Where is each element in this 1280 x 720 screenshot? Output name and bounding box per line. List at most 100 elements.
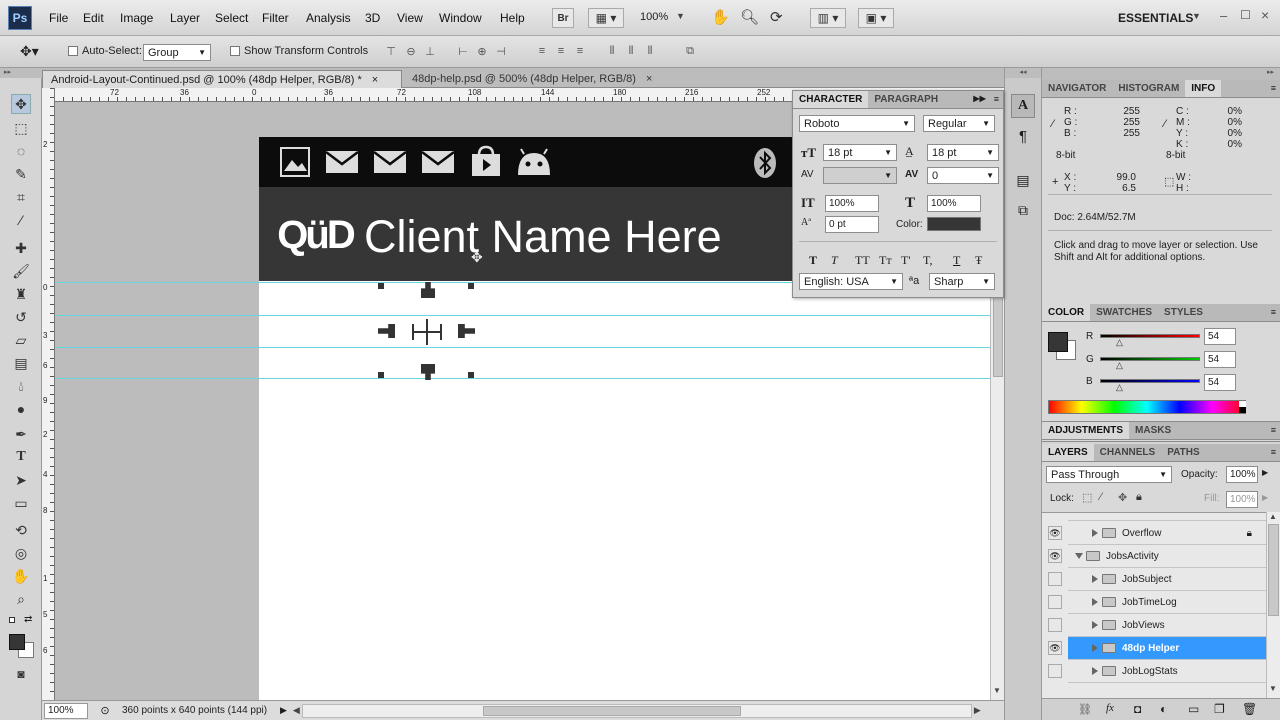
transform-handle[interactable] xyxy=(378,283,384,289)
panel-menu-icon[interactable]: ≡ xyxy=(1267,422,1280,439)
character-panel-icon[interactable]: A xyxy=(1011,94,1035,118)
move-tool-icon[interactable]: ✥ xyxy=(11,94,31,114)
new-group-icon[interactable]: ▭ xyxy=(1188,702,1199,716)
layer-visibility-toggle[interactable] xyxy=(1048,572,1062,586)
distribute-right-icon[interactable]: ⦀ xyxy=(643,45,657,58)
align-left-icon[interactable]: ⊢ xyxy=(456,45,470,58)
pen-tool-icon[interactable]: ✒ xyxy=(11,424,31,444)
hand-tool-icon[interactable]: ✋ xyxy=(11,566,31,586)
opacity-slider-arrow-icon[interactable]: ▶ xyxy=(1262,468,1268,477)
auto-align-icon[interactable]: ⧉ xyxy=(683,45,697,58)
layer-row-jobtimelog[interactable]: JobTimeLog xyxy=(1068,591,1266,614)
align-top-icon[interactable]: ⊤ xyxy=(384,45,398,58)
menu-layer[interactable]: Layer xyxy=(170,11,200,25)
baseline-shift-input[interactable]: 0 pt xyxy=(825,216,879,233)
layer-row-jobsubject[interactable]: JobSubject xyxy=(1068,568,1266,591)
scrollbar-thumb[interactable] xyxy=(1268,524,1279,616)
layer-visibility-toggle[interactable] xyxy=(1048,664,1062,678)
screen-mode-icon[interactable]: ▣ ▾ xyxy=(858,8,894,28)
eyedropper-tool-icon[interactable]: ⁄ xyxy=(11,210,31,230)
color-slider-g[interactable] xyxy=(1100,357,1200,361)
align-hcenter-icon[interactable]: ⊕ xyxy=(475,45,489,58)
chevron-right-icon[interactable] xyxy=(1092,529,1098,537)
canvas-horizontal-scrollbar[interactable] xyxy=(301,703,972,718)
slider-thumb-icon[interactable]: △ xyxy=(1116,382,1123,393)
status-menu-arrow-icon[interactable]: ▶ xyxy=(280,705,287,716)
layers-scrollbar[interactable]: ▲ ▼ xyxy=(1266,512,1280,698)
auto-select-dropdown[interactable]: Group ▼ xyxy=(143,44,211,61)
guide-line[interactable] xyxy=(55,315,990,316)
layer-row-overflow[interactable]: Overflow 🔒︎ xyxy=(1068,522,1266,545)
layer-row-joblogstats[interactable]: JobLogStats xyxy=(1068,660,1266,683)
move-tool-preset-icon[interactable]: ✥▾ xyxy=(20,43,39,60)
tab-masks[interactable]: MASKS xyxy=(1129,422,1177,439)
align-bottom-icon[interactable]: ⊥ xyxy=(423,45,437,58)
history-brush-tool-icon[interactable]: ↺ xyxy=(11,307,31,327)
lock-pixels-icon[interactable]: ⁄ xyxy=(1100,491,1102,503)
menu-help[interactable]: Help xyxy=(500,11,525,25)
lock-transparent-icon[interactable]: ⬚ xyxy=(1082,491,1092,504)
workspace-switcher[interactable]: ESSENTIALS xyxy=(1118,11,1193,25)
color-slider-r[interactable] xyxy=(1100,334,1200,338)
tracking-select[interactable]: 0 ▼ xyxy=(927,167,999,184)
clone-stamp-tool-icon[interactable]: ♜ xyxy=(11,284,31,304)
delete-layer-icon[interactable]: 🗑︎ xyxy=(1242,702,1257,716)
chevron-right-icon[interactable] xyxy=(1092,667,1098,675)
align-right-icon[interactable]: ⊣ xyxy=(494,45,508,58)
minimize-icon[interactable]: – xyxy=(1220,8,1227,23)
menu-select[interactable]: Select xyxy=(215,11,248,25)
new-layer-icon[interactable]: ❐ xyxy=(1214,702,1225,716)
lasso-tool-icon[interactable]: ◌ xyxy=(11,141,31,161)
subscript-icon[interactable]: T, xyxy=(923,253,932,268)
scroll-left-icon[interactable]: ◀ xyxy=(293,705,300,716)
language-select[interactable]: English: USA ▼ xyxy=(799,273,903,290)
tab-styles[interactable]: STYLES xyxy=(1158,304,1209,321)
guide-line[interactable] xyxy=(55,347,990,348)
close-icon[interactable]: × xyxy=(1261,7,1269,23)
slider-thumb-icon[interactable]: △ xyxy=(1116,337,1123,348)
swap-colors-icon[interactable]: ⇄ xyxy=(24,614,32,625)
strikethrough-icon[interactable]: Ŧ xyxy=(975,253,982,268)
marquee-tool-icon[interactable]: ⬚ xyxy=(11,118,31,138)
3d-orbit-tool-icon[interactable]: ◎ xyxy=(11,543,31,563)
tab-channels[interactable]: CHANNELS xyxy=(1094,444,1162,461)
blur-tool-icon[interactable]: 💧︎ xyxy=(11,376,31,396)
tab-close-icon[interactable]: × xyxy=(372,74,378,86)
hand-icon[interactable]: ✋ xyxy=(711,8,730,26)
layer-visibility-toggle[interactable] xyxy=(1048,595,1062,609)
zoom-dropdown-icon[interactable]: ▼ xyxy=(676,11,685,21)
dock-collapse-icon[interactable]: ◂◂ xyxy=(1005,68,1041,78)
horizontal-scale-input[interactable]: 100% xyxy=(927,195,981,212)
scroll-down-icon[interactable]: ▼ xyxy=(1269,684,1277,693)
zoom-icon[interactable]: 🔍︎ xyxy=(740,8,759,26)
layer-visibility-toggle[interactable]: 👁︎ xyxy=(1048,526,1062,540)
superscript-icon[interactable]: T' xyxy=(901,253,911,268)
layer-visibility-toggle[interactable] xyxy=(1048,618,1062,632)
chevron-right-icon[interactable] xyxy=(1092,644,1098,652)
layer-style-icon[interactable]: fx xyxy=(1106,702,1114,714)
font-family-select[interactable]: Roboto ▼ xyxy=(799,115,915,132)
3d-rotate-tool-icon[interactable]: ⟲ xyxy=(11,520,31,540)
lock-position-icon[interactable]: ✥ xyxy=(1118,491,1127,504)
vertical-scale-input[interactable]: 100% xyxy=(825,195,879,212)
dodge-tool-icon[interactable]: ● xyxy=(11,399,31,419)
workspace-dropdown-icon[interactable]: ▼ xyxy=(1192,11,1201,21)
menu-filter[interactable]: Filter xyxy=(262,11,289,25)
tab-android-layout[interactable]: Android-Layout-Continued.psd @ 100% (48d… xyxy=(42,70,402,88)
tools-collapse-icon[interactable]: ▸▸ xyxy=(0,68,42,78)
maximize-icon[interactable]: ☐ xyxy=(1240,8,1251,22)
default-colors-icon[interactable] xyxy=(9,617,15,623)
tab-48dp-help[interactable]: 48dp-help.psd @ 500% (48dp Helper, RGB/8… xyxy=(404,70,704,88)
arrange-documents-button[interactable]: ▥ ▾ xyxy=(810,8,846,28)
bridge-button[interactable]: Br xyxy=(552,8,574,28)
quick-select-tool-icon[interactable]: ✎ xyxy=(11,164,31,184)
layer-visibility-toggle[interactable]: 👁︎ xyxy=(1048,641,1062,655)
menu-3d[interactable]: 3D xyxy=(365,11,380,25)
eraser-tool-icon[interactable]: ▱ xyxy=(11,330,31,350)
show-transform-checkbox[interactable] xyxy=(230,46,240,56)
status-info-icon[interactable]: ⊙ xyxy=(96,704,114,717)
guide-line[interactable] xyxy=(55,378,990,379)
layer-row-jobsactivity[interactable]: JobsActivity xyxy=(1068,545,1266,568)
tab-paragraph[interactable]: PARAGRAPH xyxy=(868,91,944,108)
leading-select[interactable]: 18 pt ▼ xyxy=(927,144,999,161)
